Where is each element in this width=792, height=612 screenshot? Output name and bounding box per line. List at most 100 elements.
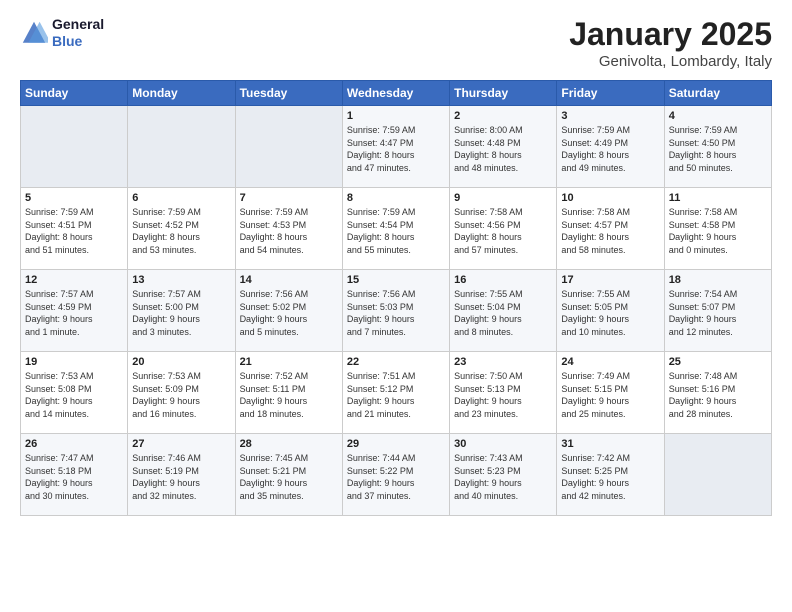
day-info: Sunrise: 7:55 AM Sunset: 5:05 PM Dayligh… <box>561 288 659 338</box>
day-cell: 10 Sunrise: 7:58 AM Sunset: 4:57 PM Dayli… <box>557 188 664 270</box>
day-info: Sunrise: 7:48 AM Sunset: 5:16 PM Dayligh… <box>669 370 767 420</box>
day-cell: 8 Sunrise: 7:59 AM Sunset: 4:54 PM Daylig… <box>342 188 449 270</box>
calendar-title: January 2025 <box>569 16 772 53</box>
day-cell: 15 Sunrise: 7:56 AM Sunset: 5:03 PM Dayli… <box>342 270 449 352</box>
day-number: 24 <box>561 356 659 368</box>
day-cell: 11 Sunrise: 7:58 AM Sunset: 4:58 PM Dayli… <box>664 188 771 270</box>
day-cell <box>664 434 771 516</box>
week-row-4: 26 Sunrise: 7:47 AM Sunset: 5:18 PM Dayli… <box>21 434 772 516</box>
day-info: Sunrise: 7:46 AM Sunset: 5:19 PM Dayligh… <box>132 452 230 502</box>
day-info: Sunrise: 7:59 AM Sunset: 4:52 PM Dayligh… <box>132 206 230 256</box>
day-number: 30 <box>454 438 552 450</box>
day-cell: 7Sunrise: 7:59 AM Sunset: 4:53 PM Daylig… <box>235 188 342 270</box>
day-cell: 23 Sunrise: 7:50 AM Sunset: 5:13 PM Dayli… <box>450 352 557 434</box>
col-thursday: Thursday <box>450 81 557 106</box>
day-cell: 18 Sunrise: 7:54 AM Sunset: 5:07 PM Dayli… <box>664 270 771 352</box>
day-cell: 13 Sunrise: 7:57 AM Sunset: 5:00 PM Dayli… <box>128 270 235 352</box>
day-number: 25 <box>669 356 767 368</box>
day-number: 16 <box>454 274 552 286</box>
day-number: 26 <box>25 438 123 450</box>
day-cell <box>128 106 235 188</box>
day-number: 11 <box>669 192 767 204</box>
week-row-0: 1 Sunrise: 7:59 AM Sunset: 4:47 PM Daylig… <box>21 106 772 188</box>
day-cell: 5Sunrise: 7:59 AM Sunset: 4:51 PM Daylig… <box>21 188 128 270</box>
day-info: Sunrise: 7:51 AM Sunset: 5:12 PM Dayligh… <box>347 370 445 420</box>
header-row: Sunday Monday Tuesday Wednesday Thursday… <box>21 81 772 106</box>
day-number: 23 <box>454 356 552 368</box>
header: General Blue January 2025 Genivolta, Lom… <box>20 16 772 70</box>
day-info: Sunrise: 7:58 AM Sunset: 4:57 PM Dayligh… <box>561 206 659 256</box>
calendar-table: Sunday Monday Tuesday Wednesday Thursday… <box>20 80 772 516</box>
day-info: Sunrise: 7:53 AM Sunset: 5:09 PM Dayligh… <box>132 370 230 420</box>
day-number: 8 <box>347 192 445 204</box>
day-number: 7 <box>240 192 338 204</box>
col-monday: Monday <box>128 81 235 106</box>
day-number: 1 <box>347 110 445 122</box>
day-cell: 28 Sunrise: 7:45 AM Sunset: 5:21 PM Dayli… <box>235 434 342 516</box>
day-cell: 12 Sunrise: 7:57 AM Sunset: 4:59 PM Dayli… <box>21 270 128 352</box>
day-number: 14 <box>240 274 338 286</box>
title-block: January 2025 Genivolta, Lombardy, Italy <box>569 16 772 70</box>
day-info: Sunrise: 7:47 AM Sunset: 5:18 PM Dayligh… <box>25 452 123 502</box>
day-cell: 26 Sunrise: 7:47 AM Sunset: 5:18 PM Dayli… <box>21 434 128 516</box>
col-friday: Friday <box>557 81 664 106</box>
day-cell: 3Sunrise: 7:59 AM Sunset: 4:49 PM Daylig… <box>557 106 664 188</box>
day-cell: 25 Sunrise: 7:48 AM Sunset: 5:16 PM Dayli… <box>664 352 771 434</box>
logo-icon <box>20 19 48 47</box>
page: General Blue January 2025 Genivolta, Lom… <box>0 0 792 612</box>
day-number: 6 <box>132 192 230 204</box>
day-info: Sunrise: 7:59 AM Sunset: 4:50 PM Dayligh… <box>669 124 767 174</box>
day-number: 2 <box>454 110 552 122</box>
day-info: Sunrise: 7:57 AM Sunset: 4:59 PM Dayligh… <box>25 288 123 338</box>
day-cell: 17 Sunrise: 7:55 AM Sunset: 5:05 PM Dayli… <box>557 270 664 352</box>
day-cell <box>21 106 128 188</box>
day-info: Sunrise: 7:50 AM Sunset: 5:13 PM Dayligh… <box>454 370 552 420</box>
day-cell: 22 Sunrise: 7:51 AM Sunset: 5:12 PM Dayli… <box>342 352 449 434</box>
col-saturday: Saturday <box>664 81 771 106</box>
day-cell: 14 Sunrise: 7:56 AM Sunset: 5:02 PM Dayli… <box>235 270 342 352</box>
week-row-3: 19Sunrise: 7:53 AM Sunset: 5:08 PM Dayli… <box>21 352 772 434</box>
day-info: Sunrise: 7:52 AM Sunset: 5:11 PM Dayligh… <box>240 370 338 420</box>
day-info: Sunrise: 7:43 AM Sunset: 5:23 PM Dayligh… <box>454 452 552 502</box>
day-info: Sunrise: 7:54 AM Sunset: 5:07 PM Dayligh… <box>669 288 767 338</box>
col-wednesday: Wednesday <box>342 81 449 106</box>
col-tuesday: Tuesday <box>235 81 342 106</box>
day-number: 28 <box>240 438 338 450</box>
day-number: 13 <box>132 274 230 286</box>
day-info: Sunrise: 7:42 AM Sunset: 5:25 PM Dayligh… <box>561 452 659 502</box>
day-info: Sunrise: 7:59 AM Sunset: 4:54 PM Dayligh… <box>347 206 445 256</box>
day-cell: 4 Sunrise: 7:59 AM Sunset: 4:50 PM Daylig… <box>664 106 771 188</box>
day-info: Sunrise: 7:49 AM Sunset: 5:15 PM Dayligh… <box>561 370 659 420</box>
day-number: 3 <box>561 110 659 122</box>
day-info: Sunrise: 7:55 AM Sunset: 5:04 PM Dayligh… <box>454 288 552 338</box>
day-number: 9 <box>454 192 552 204</box>
col-sunday: Sunday <box>21 81 128 106</box>
week-row-1: 5Sunrise: 7:59 AM Sunset: 4:51 PM Daylig… <box>21 188 772 270</box>
day-info: Sunrise: 7:58 AM Sunset: 4:58 PM Dayligh… <box>669 206 767 256</box>
calendar-subtitle: Genivolta, Lombardy, Italy <box>569 53 772 70</box>
week-row-2: 12 Sunrise: 7:57 AM Sunset: 4:59 PM Dayli… <box>21 270 772 352</box>
day-number: 18 <box>669 274 767 286</box>
day-cell: 1 Sunrise: 7:59 AM Sunset: 4:47 PM Daylig… <box>342 106 449 188</box>
day-info: Sunrise: 7:45 AM Sunset: 5:21 PM Dayligh… <box>240 452 338 502</box>
day-info: Sunrise: 7:57 AM Sunset: 5:00 PM Dayligh… <box>132 288 230 338</box>
day-info: Sunrise: 7:59 AM Sunset: 4:47 PM Dayligh… <box>347 124 445 174</box>
day-number: 22 <box>347 356 445 368</box>
day-info: Sunrise: 7:56 AM Sunset: 5:02 PM Dayligh… <box>240 288 338 338</box>
day-cell: 2 Sunrise: 8:00 AM Sunset: 4:48 PM Daylig… <box>450 106 557 188</box>
day-number: 19 <box>25 356 123 368</box>
day-info: Sunrise: 7:56 AM Sunset: 5:03 PM Dayligh… <box>347 288 445 338</box>
day-cell: 9Sunrise: 7:58 AM Sunset: 4:56 PM Daylig… <box>450 188 557 270</box>
day-cell: 24 Sunrise: 7:49 AM Sunset: 5:15 PM Dayli… <box>557 352 664 434</box>
day-number: 12 <box>25 274 123 286</box>
day-info: Sunrise: 8:00 AM Sunset: 4:48 PM Dayligh… <box>454 124 552 174</box>
day-number: 4 <box>669 110 767 122</box>
day-number: 27 <box>132 438 230 450</box>
day-number: 17 <box>561 274 659 286</box>
day-number: 20 <box>132 356 230 368</box>
day-number: 29 <box>347 438 445 450</box>
day-cell: 30 Sunrise: 7:43 AM Sunset: 5:23 PM Dayli… <box>450 434 557 516</box>
day-number: 15 <box>347 274 445 286</box>
logo-text: General Blue <box>52 16 104 50</box>
day-number: 10 <box>561 192 659 204</box>
